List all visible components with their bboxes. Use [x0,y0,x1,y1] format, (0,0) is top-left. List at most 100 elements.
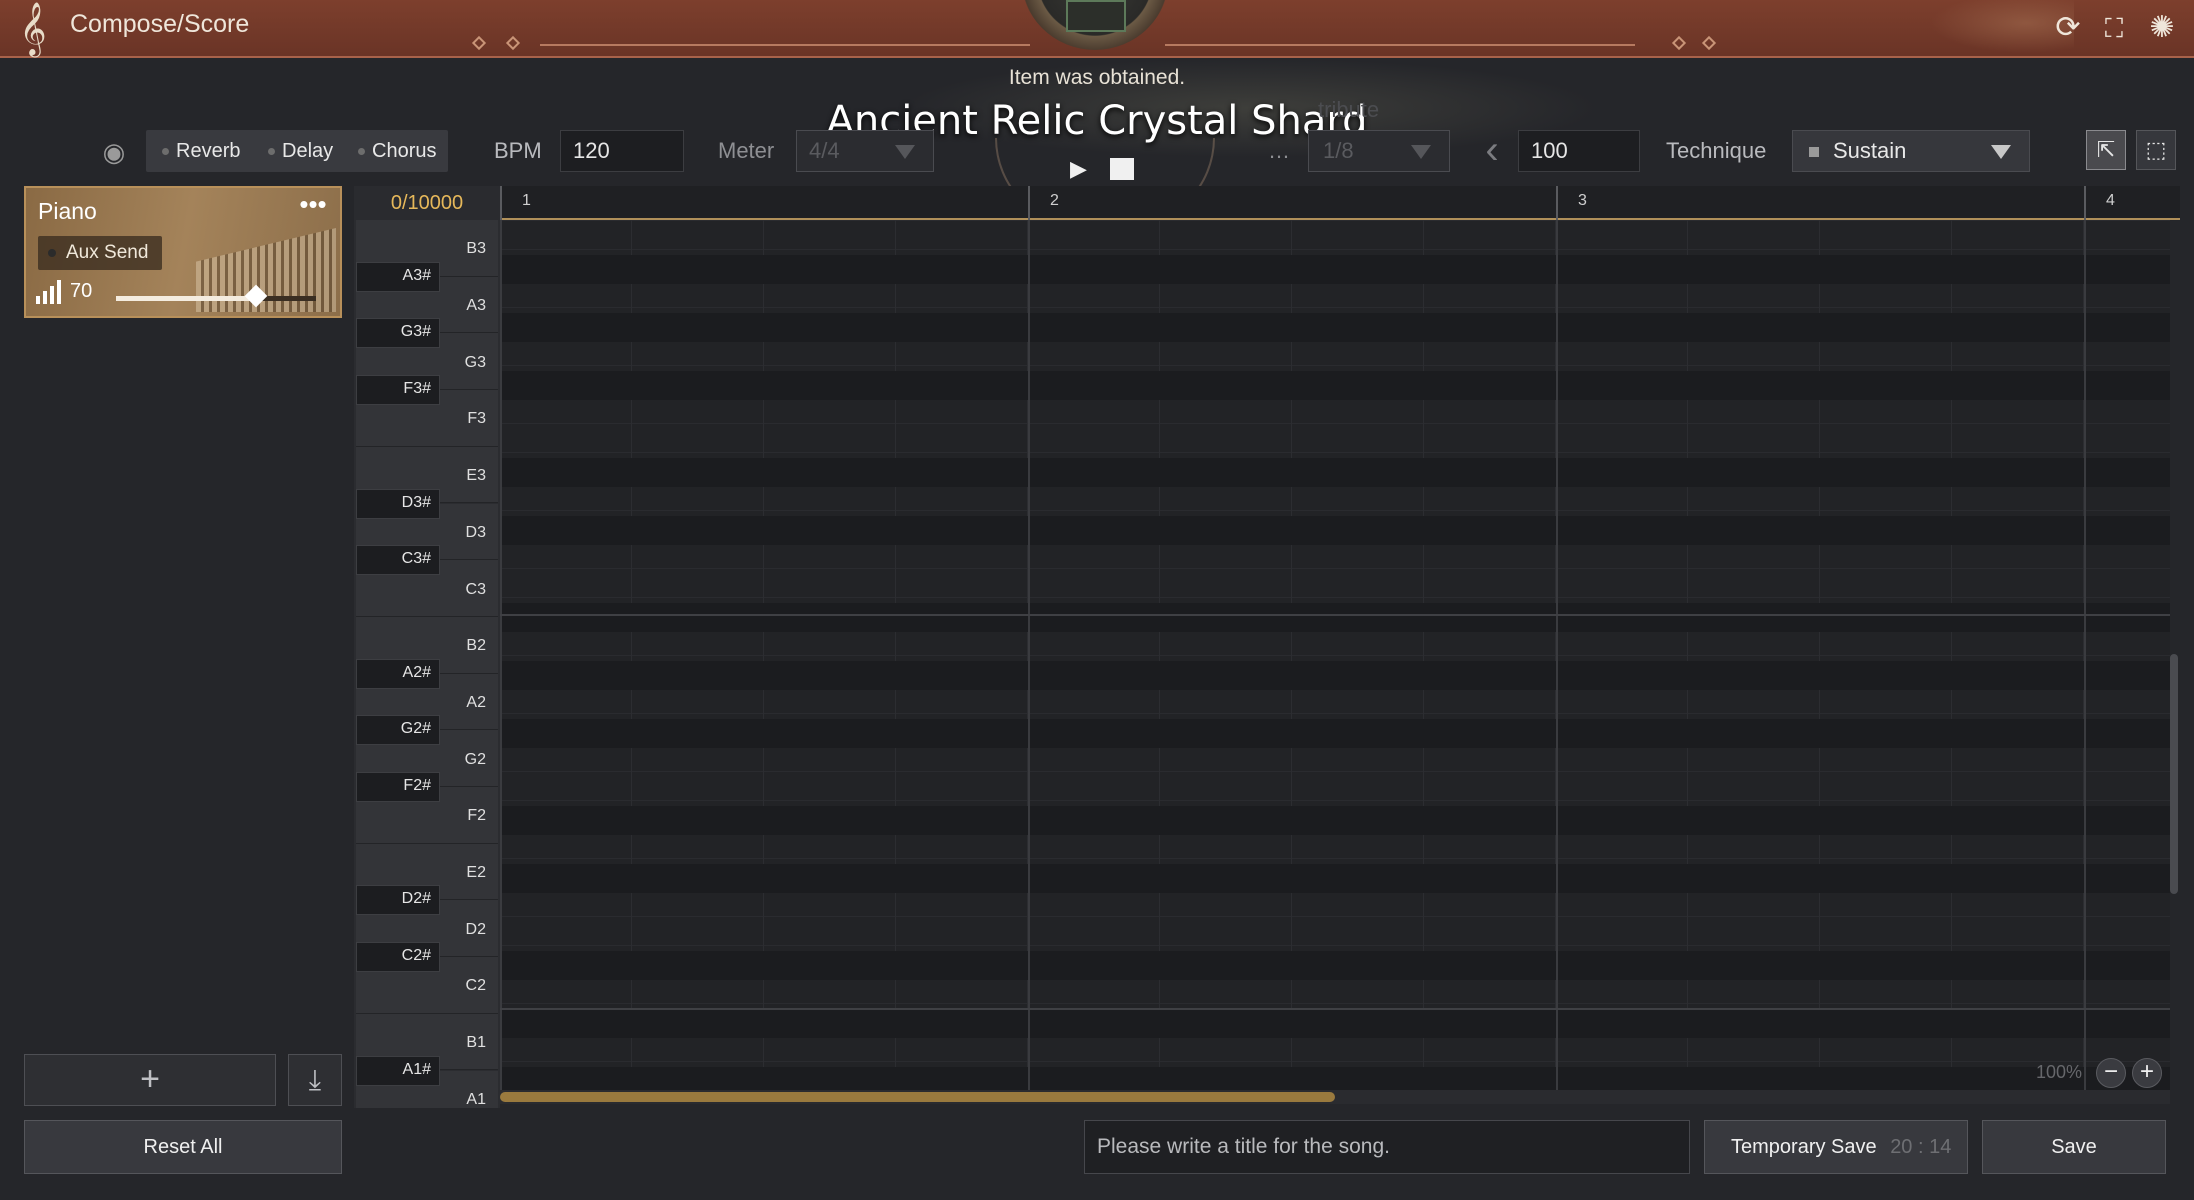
chevron-down-icon [895,145,915,159]
key-label: A1# [402,1060,431,1078]
piano-black-key[interactable]: A2# [356,658,440,689]
piano-black-key[interactable]: A1# [356,1055,440,1086]
select-add-tool-icon[interactable]: ⇱ [2086,130,2126,170]
timeline-ruler[interactable]: 0/10000 1 2 3 4 [354,186,2180,220]
piano-black-key[interactable]: F2# [356,772,440,802]
grid-black-lane [500,1067,2170,1090]
key-label: C3# [401,550,431,568]
delay-toggle[interactable]: Delay [262,130,333,172]
meter-label: Meter [718,138,775,163]
import-icon[interactable]: ⤓ [288,1054,342,1106]
header-ornament-line-right [1165,44,1635,46]
piano-black-key[interactable]: C3# [356,545,440,576]
key-label: G3 [464,353,486,371]
settings-flower-icon[interactable]: ✺ [2144,10,2180,46]
refresh-icon[interactable]: ⟳ [2050,10,2086,46]
chevron-down-icon [1411,145,1431,159]
grid-black-lane [500,719,2170,748]
zoom-out-button[interactable]: − [2096,1058,2126,1088]
song-title-input[interactable]: Please write a title for the song. [1084,1120,1690,1174]
key-label: E2 [466,864,486,882]
background-ghost-text: tribute [1318,97,1380,122]
technique-select[interactable]: Sustain [1792,130,2030,172]
key-label: E3 [466,467,486,485]
track-card-piano[interactable]: Piano ••• Aux Send 70 [24,186,342,318]
grid-black-lane [500,313,2170,342]
volume-slider[interactable] [116,284,316,308]
piano-black-key[interactable]: G2# [356,715,440,746]
grid-black-lane [500,864,2170,893]
effects-group: Reverb Delay Chorus [146,130,448,172]
ornament-diamond [505,35,521,51]
grid-select[interactable]: 1/8 [1308,130,1450,172]
add-track-button[interactable]: + [24,1054,276,1106]
key-label: F3# [403,380,431,398]
piano-black-key[interactable]: A3# [356,261,440,292]
key-label: D3# [401,493,431,511]
grid-octave-line [500,614,2170,616]
app-title: Compose/Score [70,10,250,38]
bar-tick [500,186,502,220]
key-label: G2# [400,720,431,738]
piano-black-key[interactable]: D3# [356,488,440,519]
vertical-scrollbar[interactable] [2170,654,2178,894]
piano-black-key[interactable]: G3# [356,318,440,349]
ornament-diamond [471,35,487,51]
key-label: D3 [465,523,486,541]
chorus-toggle[interactable]: Chorus [352,130,436,172]
bpm-label: BPM [494,138,542,163]
notification-subtitle: Item was obtained. [1008,66,1186,89]
horizontal-scrollbar[interactable] [500,1090,2170,1104]
grid-black-lane [500,603,2170,632]
key-label: A2# [402,663,431,681]
zoom-in-button[interactable]: + [2132,1058,2162,1088]
save-button[interactable]: Save [1982,1120,2166,1174]
stop-icon[interactable] [1110,158,1134,180]
note-grid[interactable] [500,220,2170,1090]
reverb-toggle[interactable]: Reverb [156,130,240,172]
meter-value: 4/4 [809,138,840,163]
bar-number-2: 2 [1050,192,1059,209]
key-label: G2 [464,750,486,768]
bpm-input[interactable]: 120 [560,130,684,172]
bar-number-4: 4 [2106,192,2115,209]
volume-slider-fill [116,296,256,301]
top-bar: 𝄞 Compose/Score ⟳ ⛶ ✺ [0,0,2194,58]
reset-all-button[interactable]: Reset All [24,1120,342,1174]
velocity-input[interactable]: 100 [1518,130,1640,172]
bar-tick [1028,186,1030,220]
key-label: A3# [402,266,431,284]
aux-send-toggle[interactable]: Aux Send [38,236,162,270]
key-label: F2 [467,807,486,825]
piano-keyboard: B3 A3 G3 F3 E3 D3 C3 B2 A2 G2 F2 E2 D2 C2 B1 A1 A3# G3# F3… [354,220,500,1108]
key-label: B2 [466,637,486,655]
marquee-select-tool-icon[interactable]: ⬚ [2136,130,2176,170]
temporary-save-button[interactable]: Temporary Save 20 : 14 [1704,1120,1968,1174]
horizontal-scrollbar-thumb[interactable] [500,1092,1335,1102]
bar-number-3: 3 [1578,192,1587,209]
grid-bar-line [1028,220,1030,1090]
grid-black-lane [500,371,2170,400]
play-icon[interactable]: ▶ [1070,156,1094,182]
temporary-save-label: Temporary Save [1731,1136,1877,1158]
technique-value: Sustain [1833,138,1907,163]
bar-tick [1556,186,1558,220]
piano-black-key[interactable]: F3# [356,375,440,406]
fullscreen-icon[interactable]: ⛶ [2096,10,2132,46]
bar-tick [2084,186,2086,220]
piano-black-key[interactable]: D2# [356,885,440,916]
bar-number-1: 1 [522,192,531,209]
more-options-icon[interactable]: ••• [296,191,330,222]
treble-clef-icon: 𝄞 [19,1,47,55]
ornament-diamond [1701,35,1717,51]
key-label: A1 [466,1090,486,1108]
key-label: F3 [467,410,486,428]
piano-black-key[interactable]: C2# [356,942,440,973]
key-label: G3# [400,323,431,341]
key-label: F2# [403,777,431,794]
header-ornament-line-left [540,44,1030,46]
preview-eye-icon[interactable]: ◉ [96,136,132,168]
velocity-decrease-icon[interactable]: ‹ [1472,130,1512,172]
meter-select[interactable]: 4/4 [796,130,934,172]
technique-label: Technique [1666,138,1767,163]
